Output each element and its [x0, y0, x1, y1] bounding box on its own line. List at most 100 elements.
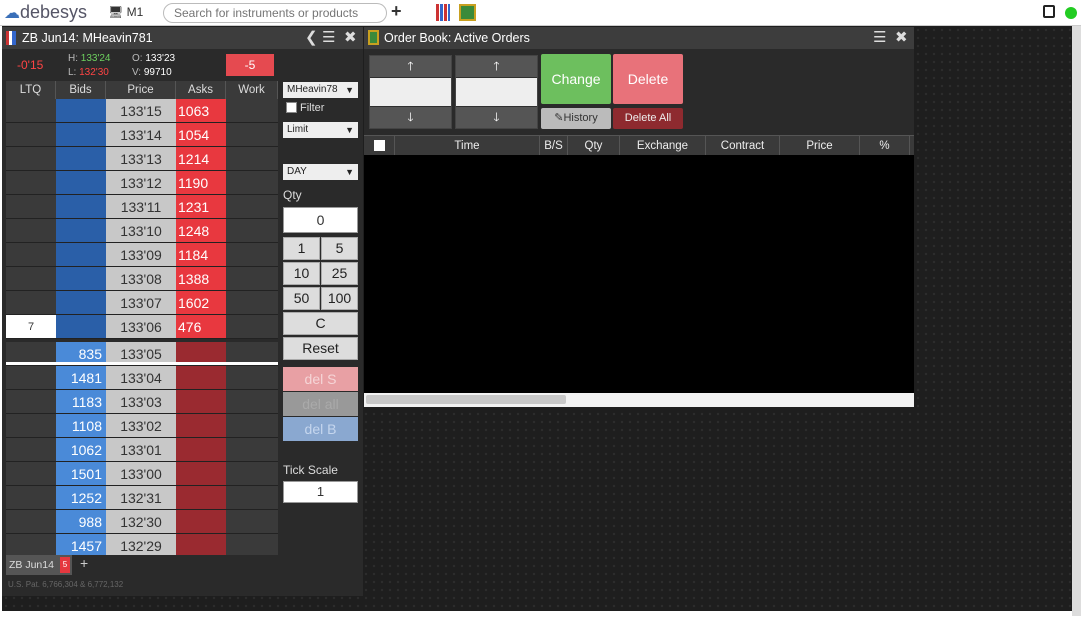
work-cell[interactable]	[226, 99, 278, 123]
price-cell[interactable]: 133'14	[106, 123, 176, 147]
bid-cell[interactable]: 1183	[56, 390, 106, 414]
work-cell[interactable]	[226, 291, 278, 315]
work-cell[interactable]	[226, 462, 278, 486]
menu-icon[interactable]: ☰	[322, 27, 335, 49]
market-ladder-icon[interactable]	[436, 4, 450, 21]
delete-buys-button[interactable]: del B	[283, 417, 358, 441]
select-all-checkbox[interactable]	[373, 140, 385, 151]
ltq-cell[interactable]	[6, 171, 56, 195]
bid-cell[interactable]: 1108	[56, 414, 106, 438]
price-cell[interactable]: 133'12	[106, 171, 176, 195]
ask-cell[interactable]	[176, 414, 226, 438]
col-contract[interactable]: Contract	[706, 136, 780, 156]
price-cell[interactable]: 133'06	[106, 315, 176, 339]
bid-cell[interactable]	[56, 267, 106, 291]
work-cell[interactable]	[226, 366, 278, 390]
tif-select[interactable]: DAY ▼	[283, 164, 358, 180]
qty-input[interactable]: 0	[283, 207, 358, 233]
col-price[interactable]: Price	[780, 136, 860, 156]
close-icon[interactable]: ✖	[344, 27, 357, 49]
delete-sells-button[interactable]: del S	[283, 367, 358, 391]
arrow-down-icon[interactable]: 🡓	[370, 107, 451, 128]
ask-cell[interactable]	[176, 390, 226, 414]
ask-cell[interactable]	[176, 462, 226, 486]
ltq-cell[interactable]	[6, 438, 56, 462]
price-cell[interactable]: 133'01	[106, 438, 176, 462]
qty-change-input[interactable]	[456, 78, 537, 106]
bid-cell[interactable]: 1062	[56, 438, 106, 462]
ask-cell[interactable]	[176, 486, 226, 510]
ask-cell[interactable]	[176, 510, 226, 534]
col-exchange[interactable]: Exchange	[620, 136, 706, 156]
work-cell[interactable]	[226, 438, 278, 462]
reset-button[interactable]: Reset	[283, 337, 358, 360]
ltq-cell[interactable]	[6, 291, 56, 315]
col-bs[interactable]: B/S	[540, 136, 568, 156]
bid-cell[interactable]	[56, 195, 106, 219]
work-cell[interactable]	[226, 171, 278, 195]
position-badge[interactable]: -5	[226, 54, 274, 76]
work-cell[interactable]	[226, 219, 278, 243]
price-change-input[interactable]	[370, 78, 451, 106]
ask-cell[interactable]: 1054	[176, 123, 226, 147]
instrument-tab[interactable]: ZB Jun14 5	[6, 555, 72, 575]
col-percent[interactable]: %	[860, 136, 910, 156]
account-select[interactable]: MHeavin78 ▼	[283, 82, 358, 98]
ask-cell[interactable]: 1248	[176, 219, 226, 243]
qty-50-button[interactable]: 50	[283, 287, 320, 310]
delete-button[interactable]: Delete	[613, 54, 683, 104]
bid-cell[interactable]: 1252	[56, 486, 106, 510]
monitor-selector[interactable]: 🖥 M1	[108, 5, 143, 19]
qty-5-button[interactable]: 5	[321, 237, 358, 260]
ask-cell[interactable]: 476	[176, 315, 226, 339]
work-cell[interactable]	[226, 486, 278, 510]
work-cell[interactable]	[226, 390, 278, 414]
price-cell[interactable]: 133'07	[106, 291, 176, 315]
delete-all-button[interactable]: Delete All	[613, 108, 683, 129]
change-button[interactable]: Change	[541, 54, 611, 104]
price-cell[interactable]: 133'13	[106, 147, 176, 171]
price-cell[interactable]: 133'11	[106, 195, 176, 219]
ltq-cell[interactable]	[6, 123, 56, 147]
ltq-cell[interactable]	[6, 462, 56, 486]
history-button[interactable]: ✎History	[541, 108, 611, 129]
work-cell[interactable]	[226, 147, 278, 171]
ltq-cell[interactable]	[6, 267, 56, 291]
horizontal-scrollbar[interactable]	[364, 393, 914, 407]
ask-cell[interactable]: 1602	[176, 291, 226, 315]
ltq-cell[interactable]	[6, 390, 56, 414]
tick-scale-input[interactable]: 1	[283, 481, 358, 503]
scrollbar-thumb[interactable]	[366, 395, 566, 404]
add-tab-icon[interactable]: +	[80, 555, 88, 571]
ask-cell[interactable]: 1190	[176, 171, 226, 195]
clear-button[interactable]: C	[283, 312, 358, 335]
price-cell[interactable]: 133'09	[106, 243, 176, 267]
ltq-cell[interactable]	[6, 195, 56, 219]
bid-cell[interactable]	[56, 123, 106, 147]
order-type-select[interactable]: Limit ▼	[283, 122, 358, 138]
work-cell[interactable]	[226, 123, 278, 147]
ltq-cell[interactable]	[6, 366, 56, 390]
ltq-cell[interactable]	[6, 219, 56, 243]
price-cell[interactable]: 133'10	[106, 219, 176, 243]
bid-cell[interactable]: 1501	[56, 462, 106, 486]
bid-cell[interactable]	[56, 291, 106, 315]
app-logo[interactable]: ☁debesys	[4, 2, 87, 23]
collapse-icon[interactable]: ❮	[305, 27, 318, 49]
work-cell[interactable]	[226, 243, 278, 267]
qty-10-button[interactable]: 10	[283, 262, 320, 285]
price-cell[interactable]: 133'02	[106, 414, 176, 438]
ltq-cell[interactable]: 7	[6, 315, 56, 339]
bid-cell[interactable]	[56, 219, 106, 243]
ask-cell[interactable]	[176, 438, 226, 462]
col-time[interactable]: Time	[395, 136, 540, 156]
work-cell[interactable]	[226, 414, 278, 438]
col-qty[interactable]: Qty	[568, 136, 620, 156]
ltq-cell[interactable]	[6, 243, 56, 267]
work-cell[interactable]	[226, 267, 278, 291]
ask-cell[interactable]: 1231	[176, 195, 226, 219]
arrow-up-icon[interactable]: 🡑	[370, 56, 451, 77]
qty-25-button[interactable]: 25	[321, 262, 358, 285]
work-cell[interactable]	[226, 315, 278, 339]
bid-cell[interactable]: 988	[56, 510, 106, 534]
